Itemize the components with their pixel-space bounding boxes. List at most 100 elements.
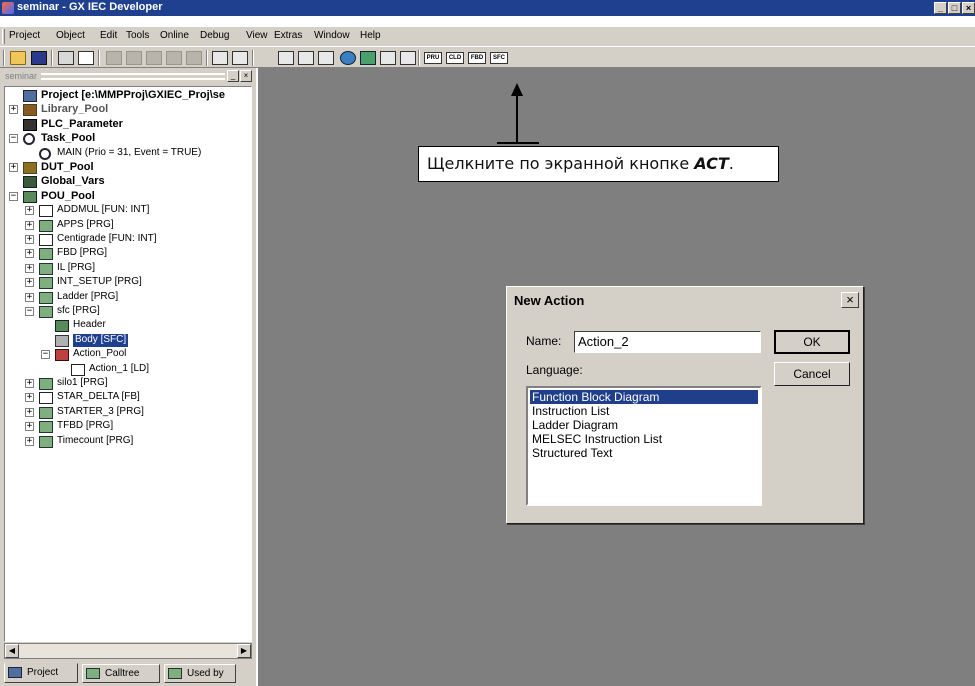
cut-icon[interactable] <box>106 51 122 65</box>
scroll-right-icon[interactable]: ▶ <box>237 644 251 658</box>
menu-object[interactable]: Object <box>56 30 85 41</box>
tree-item[interactable]: DUT_Pool <box>41 161 94 174</box>
tree-item[interactable]: INT_SETUP [PRG] <box>57 276 142 289</box>
tree-item[interactable]: silo1 [PRG] <box>57 377 108 390</box>
tree-expander[interactable]: + <box>25 379 34 388</box>
compile-icon[interactable] <box>278 51 294 65</box>
maximize-button[interactable]: □ <box>948 2 961 14</box>
redo-icon[interactable] <box>186 51 202 65</box>
scroll-left-icon[interactable]: ◀ <box>5 644 19 658</box>
upload-icon[interactable] <box>400 51 416 65</box>
tree-expander[interactable]: + <box>25 235 34 244</box>
tab-project[interactable]: Project <box>4 663 78 683</box>
tree-item[interactable]: Centigrade [FUN: INT] <box>57 233 156 246</box>
ok-button[interactable]: OK <box>774 330 850 354</box>
tree-item[interactable]: PLC_Parameter <box>41 118 123 131</box>
menu-extras[interactable]: Extras <box>274 30 302 41</box>
tree-expander[interactable]: − <box>9 134 18 144</box>
panel-caption-grip <box>41 73 225 80</box>
cld-button[interactable]: CLD <box>446 52 464 64</box>
transfer-icon[interactable] <box>360 51 376 65</box>
tree-expander[interactable]: + <box>25 422 34 432</box>
cancel-button[interactable]: Cancel <box>774 362 850 386</box>
menu-window[interactable]: Window <box>314 30 350 41</box>
tree-expander[interactable]: + <box>25 263 34 273</box>
tree-item[interactable]: APPS [PRG] <box>57 219 114 232</box>
menu-edit[interactable]: Edit <box>100 30 117 41</box>
language-option[interactable]: Function Block Diagram <box>530 390 758 404</box>
fbd-button[interactable]: FBD <box>468 52 486 64</box>
tree-expander[interactable]: + <box>25 249 34 259</box>
print-icon[interactable] <box>58 51 74 65</box>
minimize-button[interactable]: _ <box>934 2 947 14</box>
tree-expander[interactable]: + <box>25 393 34 403</box>
menu-help[interactable]: Help <box>360 30 381 41</box>
menu-tools[interactable]: Tools <box>126 30 149 41</box>
language-option[interactable]: Instruction List <box>530 404 758 418</box>
tree-expander[interactable]: − <box>9 191 18 201</box>
tree-item[interactable]: Project [e:\MMPProj\GXIEC_Proj\se <box>41 89 225 102</box>
name-input[interactable]: Action_2 <box>574 331 761 353</box>
tree-item[interactable]: Global_Vars <box>41 175 105 188</box>
tree-item[interactable]: Timecount [PRG] <box>57 435 133 448</box>
online-icon[interactable] <box>340 51 356 65</box>
tree-item[interactable]: Action_Pool <box>73 348 126 361</box>
panel-close-button[interactable]: × <box>240 70 252 82</box>
tree-item[interactable]: STAR_DELTA [FB] <box>57 391 140 404</box>
monitor-icon[interactable] <box>318 51 334 65</box>
language-list[interactable]: Function Block Diagram Instruction List La… <box>526 386 762 506</box>
tree-item[interactable]: ADDMUL [FUN: INT] <box>57 204 149 217</box>
tree-item[interactable]: IL [PRG] <box>57 262 95 275</box>
open-object-icon[interactable] <box>232 51 248 65</box>
tree-expander[interactable]: − <box>25 307 34 316</box>
tree-item[interactable]: Action_1 [LD] <box>89 363 149 376</box>
tree-item[interactable]: sfc [PRG] <box>57 305 100 318</box>
menu-view[interactable]: View <box>246 30 268 41</box>
print-preview-icon[interactable] <box>78 51 94 65</box>
tree-item[interactable]: Library_Pool <box>41 103 108 116</box>
language-option[interactable]: Structured Text <box>530 446 758 460</box>
tree-item[interactable]: STARTER_3 [PRG] <box>57 406 144 419</box>
tree-expander[interactable]: + <box>25 436 34 446</box>
tree-item[interactable]: Header <box>73 319 106 332</box>
tree-expander[interactable]: + <box>25 220 34 230</box>
save-icon[interactable] <box>31 51 47 65</box>
close-window-button[interactable]: × <box>962 2 975 14</box>
tree-item[interactable]: FBD [PRG] <box>57 247 107 260</box>
tree-item[interactable]: Body [SFC] <box>73 333 129 347</box>
menu-project[interactable]: Project <box>9 30 40 41</box>
tree-item[interactable]: TFBD [PRG] <box>57 420 113 433</box>
tree-expander[interactable]: + <box>9 163 18 172</box>
tree-expander[interactable]: + <box>25 206 34 216</box>
sfc-button[interactable]: SFC <box>490 52 508 64</box>
tree-item[interactable]: Task_Pool <box>41 132 95 145</box>
tree-expander[interactable]: + <box>25 278 34 288</box>
tab-calltree[interactable]: Calltree <box>82 664 160 683</box>
download-icon[interactable] <box>380 51 396 65</box>
open-folder-icon[interactable] <box>10 51 26 65</box>
tree-expander[interactable]: + <box>9 105 18 115</box>
rebuild-icon[interactable] <box>298 51 314 65</box>
copy-icon[interactable] <box>126 51 142 65</box>
window-title: seminar - GX IEC Developer <box>17 1 163 13</box>
horizontal-scrollbar[interactable]: ◀ ▶ <box>4 643 252 659</box>
tree-item[interactable]: MAIN (Prio = 31, Event = TRUE) <box>57 147 201 160</box>
dialog-close-button[interactable]: × <box>841 292 859 308</box>
menu-debug[interactable]: Debug <box>200 30 229 41</box>
prg-icon <box>39 291 53 304</box>
language-option[interactable]: Ladder Diagram <box>530 418 758 432</box>
paste-icon[interactable] <box>146 51 162 65</box>
tree-item[interactable]: POU_Pool <box>41 190 95 203</box>
tab-used-by[interactable]: Used by <box>164 664 236 683</box>
tree-expander[interactable]: − <box>41 350 50 360</box>
language-option[interactable]: MELSEC Instruction List <box>530 432 758 446</box>
menu-online[interactable]: Online <box>160 30 189 41</box>
new-object-icon[interactable] <box>212 51 228 65</box>
project-tree[interactable]: Project [e:\MMPProj\GXIEC_Proj\se + Librar… <box>4 86 252 642</box>
undo-icon[interactable] <box>166 51 182 65</box>
pru-button[interactable]: PRU <box>424 52 442 64</box>
tree-item[interactable]: Ladder [PRG] <box>57 291 118 304</box>
tree-expander[interactable]: + <box>25 292 34 302</box>
panel-minimize-button[interactable]: _ <box>227 70 239 82</box>
tree-expander[interactable]: + <box>25 407 34 417</box>
